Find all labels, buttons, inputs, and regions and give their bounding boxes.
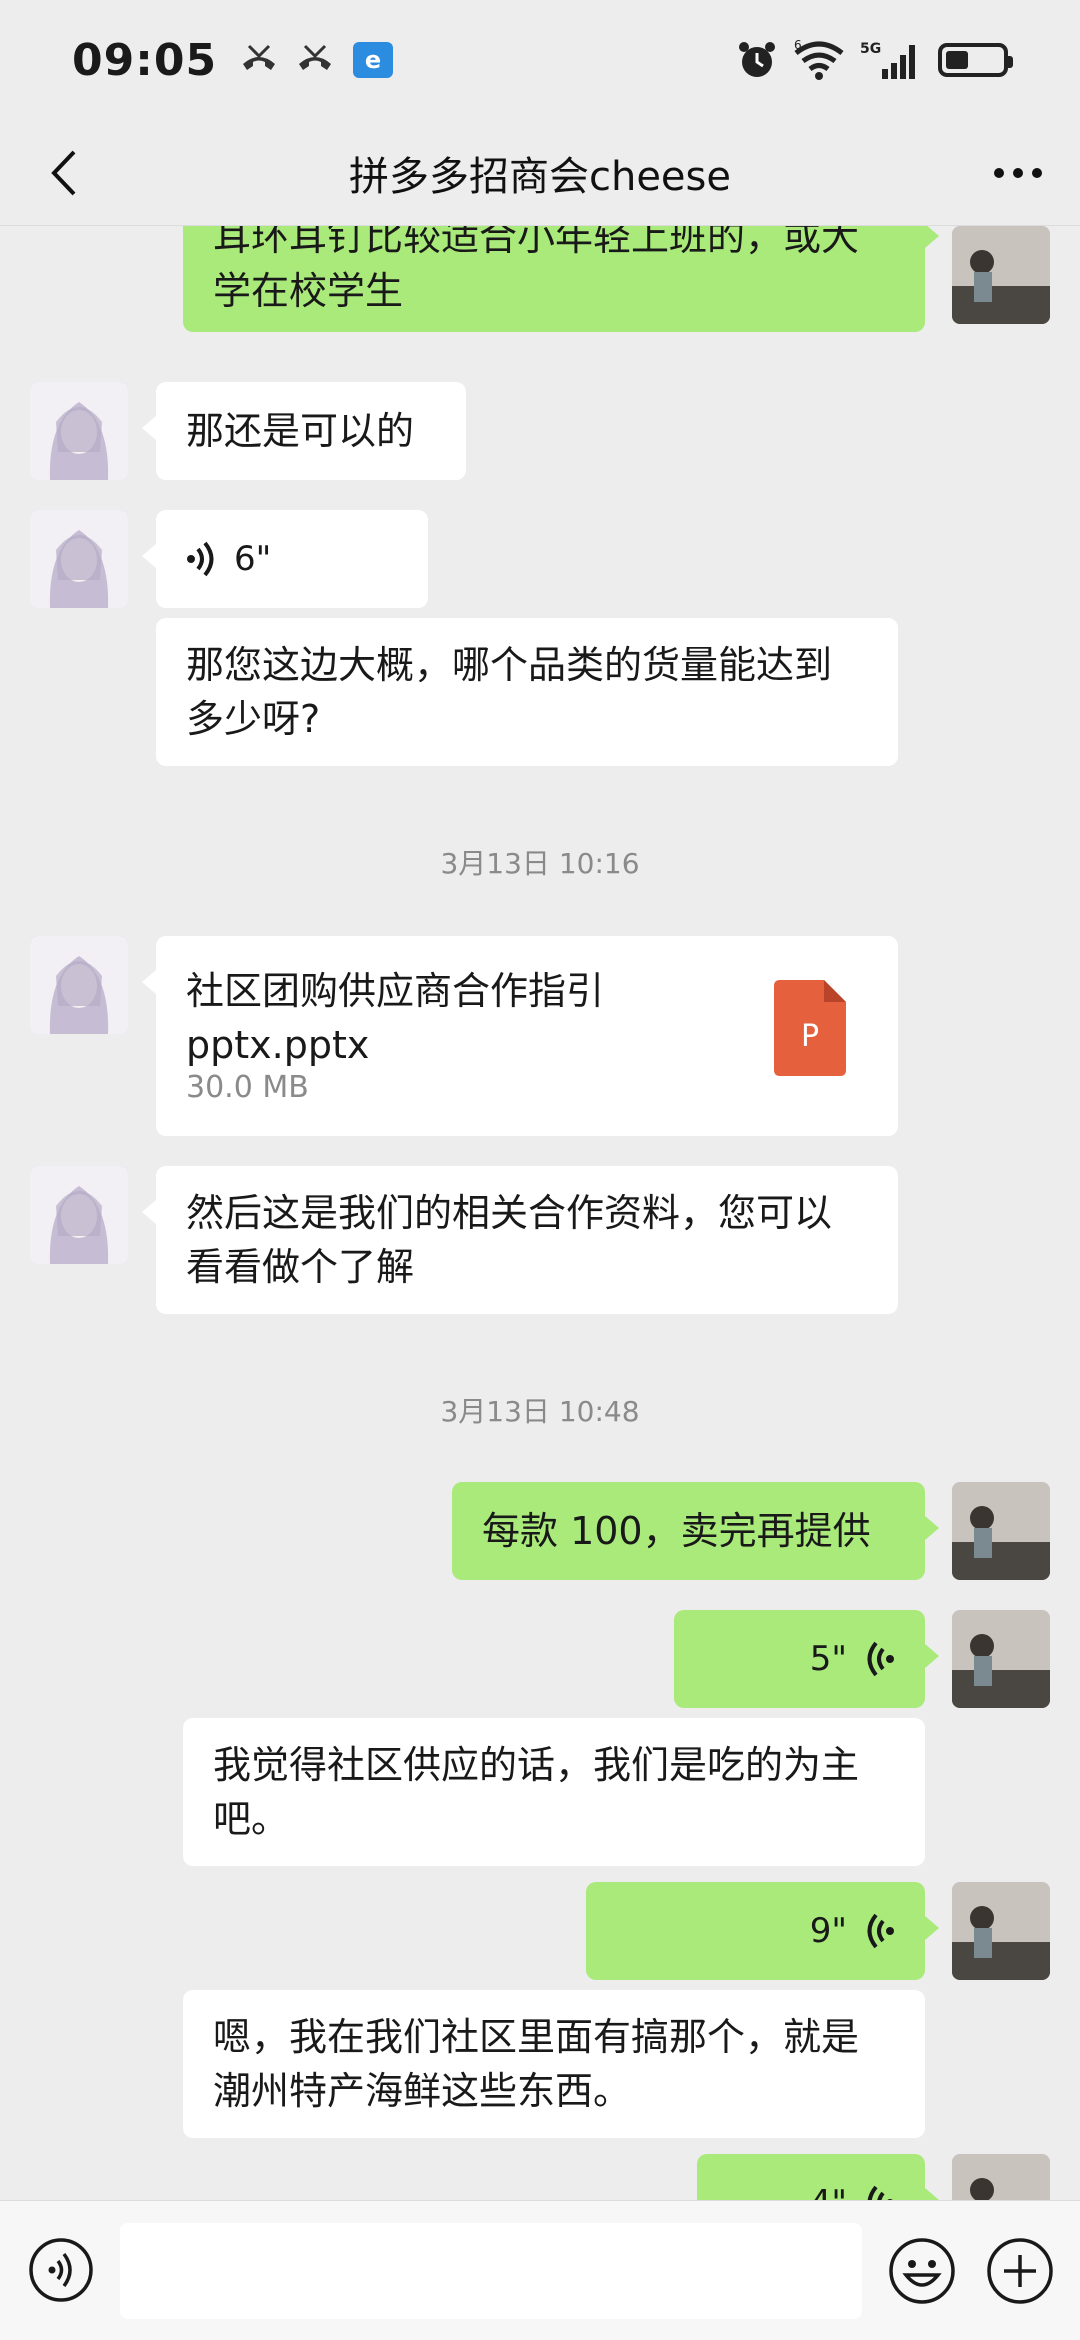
emoji-button[interactable] (888, 2237, 956, 2305)
plus-icon (987, 2238, 1053, 2304)
emoji-icon (889, 2238, 955, 2304)
chat-title: 拼多多招商会cheese (348, 153, 731, 200)
chevron-left-icon (51, 150, 76, 196)
voice-message-bubble[interactable]: 6" (142, 510, 428, 608)
voice-message-bubble[interactable]: 5" (674, 1610, 939, 1708)
cellular-signal-icon: 5G (860, 39, 924, 81)
message-bubble[interactable]: 嗯，我在我们社区里面有搞那个，就是潮州特产海鲜这些东西。 (183, 1990, 925, 2138)
chat-header: 拼多多招商会cheese (0, 120, 1080, 226)
avatar-self[interactable] (952, 2154, 1050, 2200)
voice-duration: 9" (809, 1911, 847, 1951)
missed-call-icon (239, 42, 279, 78)
message-text: 嗯，我在我们社区里面有搞那个，就是潮州特产海鲜这些东西。 (213, 2015, 860, 2113)
more-dots-icon (994, 168, 1042, 178)
notification-icons: e (239, 40, 395, 80)
voice-wave-icon (187, 541, 214, 577)
message-text: 那还是可以的 (186, 409, 415, 453)
voice-duration: 6" (234, 539, 272, 579)
avatar-self[interactable] (952, 226, 1050, 324)
more-actions-button[interactable] (986, 2237, 1054, 2305)
status-time: 09:05 (72, 34, 218, 86)
voice-wave-icon (867, 1913, 894, 1949)
message-input[interactable] (120, 2223, 862, 2319)
back-button[interactable] (36, 146, 90, 200)
missed-call-icon (295, 42, 335, 78)
avatar-self[interactable] (952, 1482, 1050, 1580)
svg-text:5G: 5G (860, 41, 881, 57)
message-bubble[interactable]: 每款 100，卖完再提供 (452, 1482, 939, 1580)
alarm-icon (736, 39, 778, 81)
timestamp: 3月13日 10:16 (440, 847, 640, 880)
wifi-icon: 6 (792, 39, 846, 81)
file-name: 社区团购供应商合作指引pptx.pptx (186, 969, 605, 1067)
chat-input-bar (0, 2200, 1080, 2340)
chat-message-list[interactable]: 耳环耳钉比较适合小年轻上班的，或大学在校学生 那还是可以的 6" 那您这边大概，… (0, 226, 1080, 2200)
voice-wave-icon (867, 1641, 894, 1677)
message-bubble[interactable]: 耳环耳钉比较适合小年轻上班的，或大学在校学生 (183, 226, 939, 332)
battery-icon (938, 43, 1013, 77)
avatar-contact[interactable] (30, 382, 128, 480)
svg-text:6: 6 (794, 39, 802, 52)
message-text: 每款 100，卖完再提供 (482, 1509, 871, 1553)
voice-message-bubble[interactable]: 9" (586, 1882, 939, 1980)
file-message-card[interactable]: 社区团购供应商合作指引pptx.pptx 30.0 MB P (142, 936, 898, 1136)
avatar-self[interactable] (952, 1882, 1050, 1980)
voice-toggle-icon (29, 2238, 93, 2302)
svg-text:e: e (365, 46, 381, 74)
browser-app-icon: e (351, 40, 395, 80)
status-right-icons: 6 5G (736, 39, 1013, 81)
message-text: 然后这是我们的相关合作资料，您可以看看做个了解 (186, 1191, 833, 1289)
avatar-contact[interactable] (30, 1166, 128, 1264)
voice-wave-icon (867, 2185, 893, 2200)
timestamp: 3月13日 10:48 (440, 1395, 640, 1428)
voice-message-bubble[interactable]: 4" (697, 2154, 939, 2200)
voice-duration: 4" (810, 2176, 847, 2200)
voice-input-button[interactable] (28, 2237, 94, 2303)
svg-text:P: P (801, 1019, 819, 1054)
message-text: 耳环耳钉比较适合小年轻上班的，或大学在校学生 (213, 226, 860, 313)
voice-duration: 5" (809, 1639, 847, 1679)
message-text: 我觉得社区供应的话，我们是吃的为主吧。 (213, 1743, 860, 1841)
message-bubble[interactable]: 然后这是我们的相关合作资料，您可以看看做个了解 (142, 1166, 898, 1314)
more-options-button[interactable] (988, 146, 1048, 200)
message-bubble[interactable]: 那您这边大概，哪个品类的货量能达到多少呀? (156, 618, 898, 766)
message-bubble[interactable]: 那还是可以的 (142, 382, 466, 480)
file-size: 30.0 MB (186, 1070, 309, 1105)
status-bar: 09:05 e 6 5G (0, 0, 1080, 120)
message-bubble[interactable]: 我觉得社区供应的话，我们是吃的为主吧。 (183, 1718, 925, 1866)
avatar-contact[interactable] (30, 936, 128, 1034)
avatar-self[interactable] (952, 1610, 1050, 1708)
avatar-contact[interactable] (30, 510, 128, 608)
message-text: 那您这边大概，哪个品类的货量能达到多少呀? (186, 643, 833, 741)
ppt-file-icon: P (774, 980, 846, 1076)
